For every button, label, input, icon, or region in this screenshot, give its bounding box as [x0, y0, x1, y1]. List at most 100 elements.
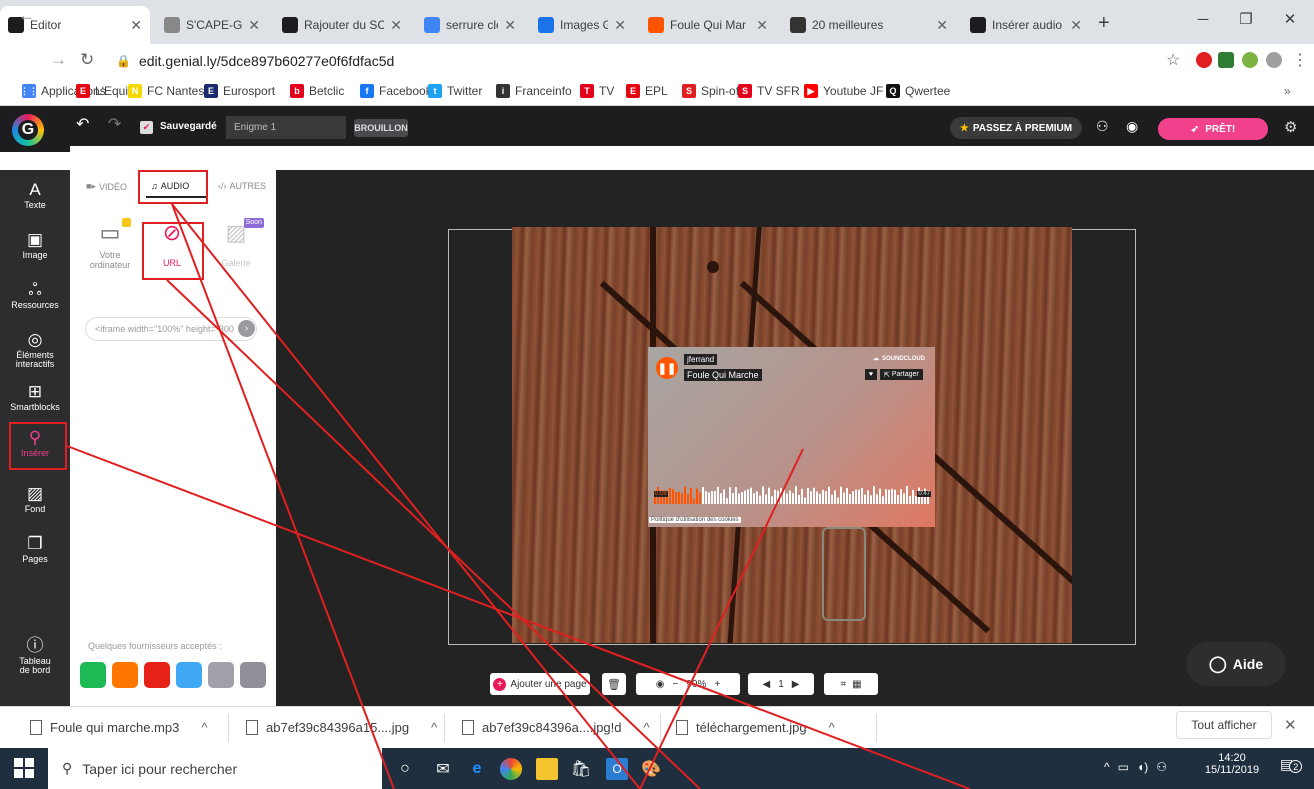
battery-icon[interactable]: ▭: [1118, 760, 1129, 774]
minimize-icon[interactable]: ─: [1183, 4, 1223, 34]
file-explorer-icon[interactable]: [536, 758, 558, 780]
fit-screen-icon[interactable]: ⌗: [840, 679, 846, 690]
add-page-button[interactable]: + Ajouter une page: [490, 673, 590, 695]
bookmarks-overflow-icon[interactable]: »: [1284, 84, 1291, 98]
redo-icon[interactable]: ↷: [108, 114, 121, 134]
like-heart-icon[interactable]: ♥: [865, 369, 877, 380]
close-tab-icon[interactable]: ✕: [390, 17, 402, 34]
trash-icon[interactable]: 🗑: [602, 673, 626, 695]
forward-icon[interactable]: →: [50, 50, 67, 70]
edge-icon[interactable]: e: [466, 758, 488, 780]
network-icon[interactable]: ⚇: [1156, 760, 1167, 774]
paint-icon[interactable]: 🎨: [640, 758, 662, 780]
chevron-up-icon[interactable]: ^: [829, 720, 835, 735]
bookmark-item[interactable]: E Eurosport: [204, 84, 275, 98]
collaborate-icon[interactable]: ⚇: [1096, 118, 1109, 135]
embed-code-input[interactable]: <iframe width="100%" height="300: [85, 317, 257, 341]
bookmark-item[interactable]: S TV SFR: [738, 84, 800, 98]
close-tab-icon[interactable]: ✕: [756, 17, 768, 34]
genially-logo[interactable]: G: [12, 114, 44, 146]
volume-icon[interactable]: ◖): [1137, 760, 1148, 774]
rail-item-smartblocks[interactable]: ⊞ Smartblocks: [0, 382, 70, 412]
bookmark-item[interactable]: ▶ Youtube JF: [804, 84, 883, 98]
source-computer-button[interactable]: ▭ Votre ordinateur: [80, 218, 140, 270]
browser-tab[interactable]: S'CAPE-Genial… ✕: [156, 6, 268, 44]
prev-page-icon[interactable]: ◀: [763, 679, 771, 690]
chevron-up-icon[interactable]: ^: [431, 720, 437, 735]
store-icon[interactable]: 🛍: [570, 758, 592, 780]
download-item[interactable]: téléchargement.jpg ^: [676, 720, 835, 735]
opera-icon[interactable]: [1196, 52, 1212, 68]
bookmark-item[interactable]: Q Qwertee: [886, 84, 950, 98]
mail-icon[interactable]: ✉: [432, 758, 454, 780]
browser-tab[interactable]: Foule Qui Mar ✕: [640, 6, 776, 44]
tab-video[interactable]: ■▸ VIDÉO: [86, 181, 127, 192]
show-all-downloads-button[interactable]: Tout afficher: [1176, 711, 1272, 739]
ready-button[interactable]: ➶ PRÊT!: [1158, 118, 1268, 140]
next-page-icon[interactable]: ▶: [792, 679, 800, 690]
bookmark-item[interactable]: t Twitter: [428, 84, 482, 98]
premium-button[interactable]: ★ PASSEZ À PREMIUM: [950, 117, 1082, 139]
grid-view-icon[interactable]: ▦: [852, 679, 861, 690]
rail-item-background[interactable]: ▨ Fond: [0, 484, 70, 514]
address-bar[interactable]: 🔒 edit.genial.ly/5dce897b60277e0f6fdfac5…: [116, 48, 1166, 74]
rail-item-image[interactable]: ▣ Image: [0, 230, 70, 260]
task-view-icon[interactable]: ○: [394, 758, 416, 780]
eye-icon[interactable]: ◉: [656, 679, 665, 690]
source-gallery-button[interactable]: ▨ Soon Galerie: [206, 218, 266, 268]
embed-submit-button[interactable]: ›: [238, 320, 255, 337]
bookmark-item[interactable]: b Betclic: [290, 84, 344, 98]
preview-eye-icon[interactable]: ◉: [1126, 118, 1138, 135]
reload-icon[interactable]: ↻: [80, 50, 94, 70]
bookmark-item[interactable]: f Facebook: [360, 84, 432, 98]
profile-avatar[interactable]: [1266, 52, 1282, 68]
bookmark-item[interactable]: T TV: [580, 84, 614, 98]
tab-others[interactable]: ‹/› AUTRES: [218, 181, 266, 191]
close-tab-icon[interactable]: ✕: [1070, 17, 1082, 34]
zoom-in-button[interactable]: +: [714, 679, 720, 690]
bookmark-item[interactable]: i Franceinfo: [496, 84, 572, 98]
extension-icon[interactable]: [1218, 52, 1234, 68]
help-button[interactable]: ◯ Aide: [1186, 642, 1286, 686]
browser-menu-icon[interactable]: ⋮: [1292, 50, 1308, 70]
new-tab-button[interactable]: +: [1098, 12, 1110, 35]
bookmark-item[interactable]: S Spin-off: [682, 84, 742, 98]
soundcloud-brand[interactable]: ☁ SOUNDCLOUD: [873, 355, 925, 363]
windows-start-icon[interactable]: [14, 758, 34, 778]
bookmark-item[interactable]: E EPL: [626, 84, 668, 98]
download-item[interactable]: ab7ef39c84396a15....jpg ^: [246, 720, 437, 735]
settings-gear-icon[interactable]: ⚙: [1284, 118, 1297, 136]
zoom-out-button[interactable]: −: [673, 679, 679, 690]
cookie-policy-link[interactable]: Politique d'utilisation des cookies: [649, 517, 741, 523]
rail-item-pages[interactable]: ❐ Pages: [0, 534, 70, 564]
document-title-input[interactable]: Enigme 1: [226, 116, 346, 139]
dashboard-button[interactable]: ⓘ Tableau de bord: [0, 636, 70, 675]
notifications-icon[interactable]: ▤ 2: [1280, 756, 1303, 773]
restore-icon[interactable]: ❐: [1226, 4, 1266, 34]
bookmark-item[interactable]: N FC Nantes: [128, 84, 204, 98]
browser-tab[interactable]: 20 meilleures ✕: [782, 6, 956, 44]
close-tab-icon[interactable]: ✕: [504, 17, 516, 34]
undo-icon[interactable]: ↶: [76, 114, 89, 134]
close-tab-icon[interactable]: ✕: [130, 17, 142, 34]
tray-up-icon[interactable]: ^: [1104, 760, 1110, 774]
extension-leaf-icon[interactable]: [1242, 52, 1258, 68]
download-item[interactable]: Foule qui marche.mp3 ^: [30, 720, 207, 735]
soundcloud-player[interactable]: ❚❚ jferrand Foule Qui Marche ☁ SOUNDCLOUD…: [648, 347, 935, 527]
browser-tab[interactable]: Insérer audio ✕: [962, 6, 1090, 44]
outlook-icon[interactable]: O: [606, 758, 628, 780]
close-tab-icon[interactable]: ✕: [614, 17, 626, 34]
clock[interactable]: 14:20 15/11/2019: [1200, 752, 1264, 776]
chevron-up-icon[interactable]: ^: [201, 720, 207, 735]
chevron-up-icon[interactable]: ^: [644, 720, 650, 735]
back-icon[interactable]: ←: [18, 6, 35, 26]
track-title[interactable]: Foule Qui Marche: [684, 369, 762, 381]
download-item[interactable]: ab7ef39c84396a....jpg!d ^: [462, 720, 650, 735]
bookmark-star-icon[interactable]: ☆: [1166, 50, 1180, 70]
close-tab-icon[interactable]: ✕: [936, 17, 948, 34]
browser-tab[interactable]: Images Gratuit ✕: [530, 6, 634, 44]
rail-item-text[interactable]: A Texte: [0, 180, 70, 210]
waveform[interactable]: [654, 484, 930, 506]
close-downloads-icon[interactable]: ✕: [1284, 716, 1297, 734]
pause-button[interactable]: ❚❚: [656, 357, 678, 379]
